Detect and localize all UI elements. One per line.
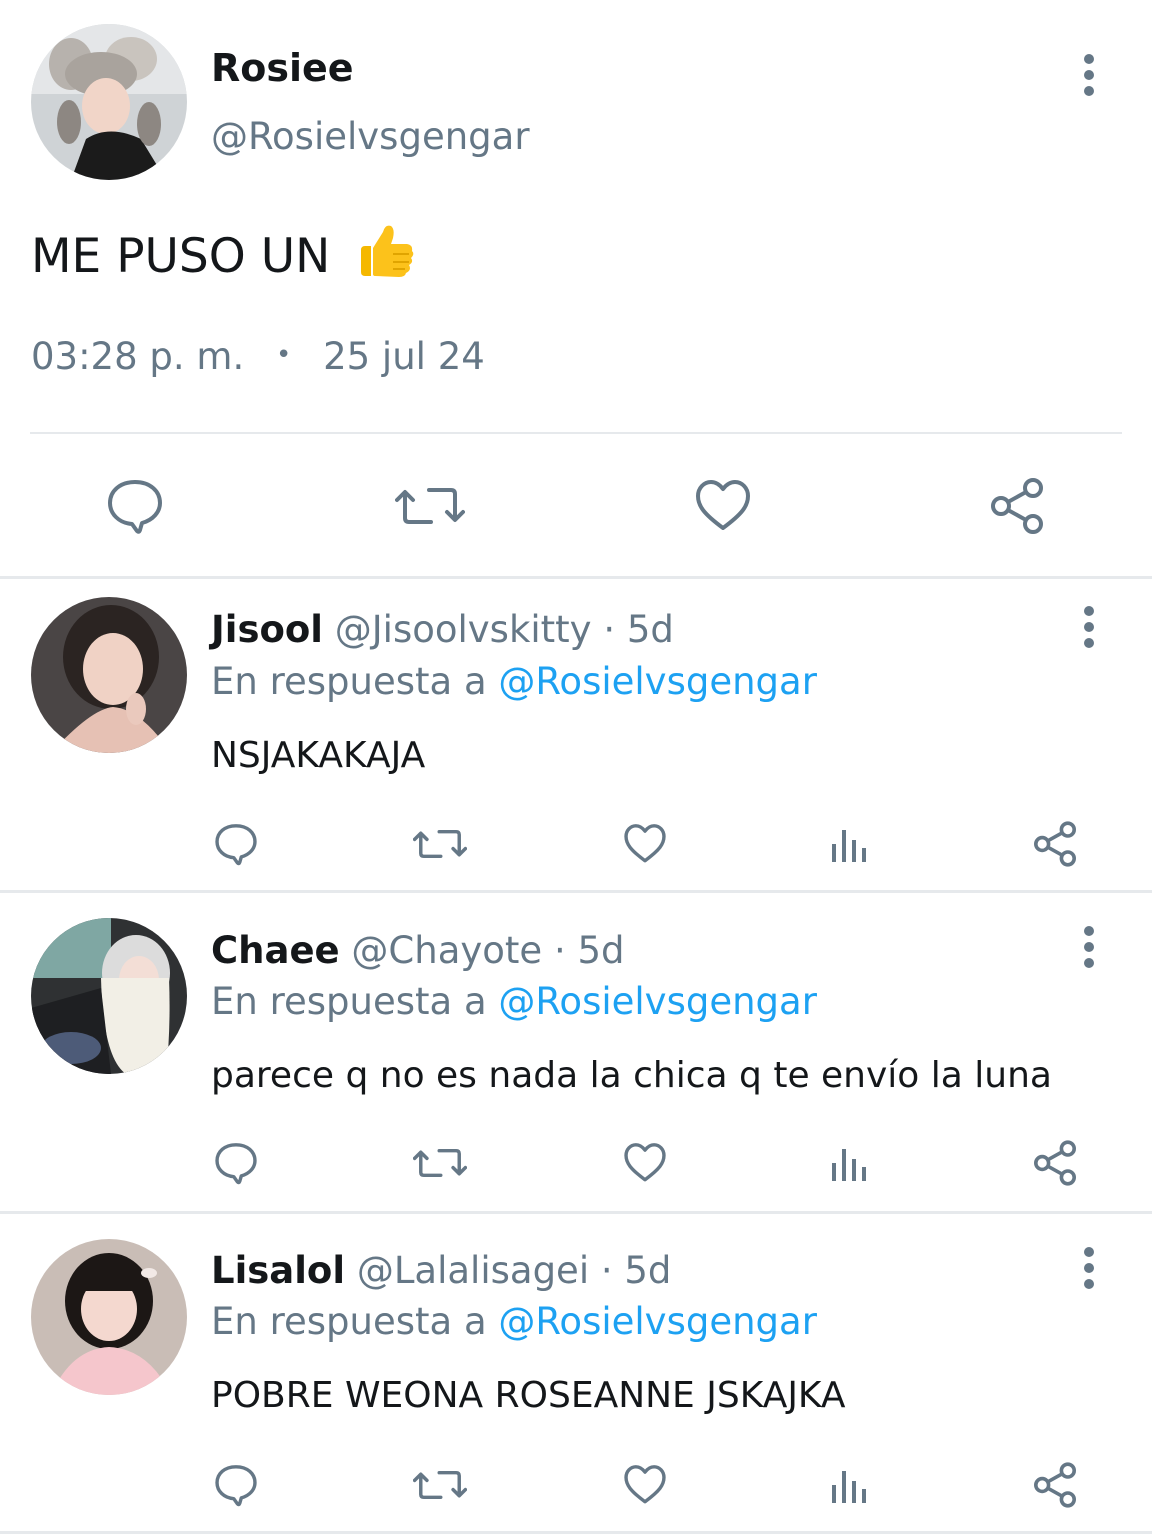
reply-age: · 5d [603,608,674,651]
main-inner-divider [30,432,1122,434]
reply-views-icon[interactable] [830,1145,870,1183]
reply-like-icon[interactable] [623,822,667,866]
share-icon[interactable] [987,476,1047,536]
reply-share-icon[interactable] [1031,1461,1079,1509]
reply-text: POBRE WEONA ROSEANNE JSKAJKA [211,1375,846,1416]
reply-prefix: En respuesta a [211,980,487,1023]
reply-like-icon[interactable] [623,1463,667,1507]
reply-header: Jisool @Jisoolvskitty · 5d [211,608,674,651]
reply-retweet-icon[interactable] [413,824,467,864]
reply-more-icon[interactable] [1081,1245,1097,1295]
reply-divider [0,890,1152,893]
main-separator: • [275,340,292,370]
retweet-icon[interactable] [395,480,465,532]
reply-retweet-icon[interactable] [413,1143,467,1183]
reply-handle[interactable]: @Jisoolvskitty [335,608,592,651]
reply-text: parece q no es nada la chica q te envío … [211,1055,1052,1096]
main-display-name[interactable]: Rosiee [211,46,354,90]
reply-display-name[interactable]: Lisalol [211,1249,345,1292]
reply-mention[interactable]: @Rosielvsgengar [498,660,817,703]
reply-avatar[interactable] [31,918,187,1074]
reply-context: En respuesta a @Rosielvsgengar [211,980,817,1023]
main-divider [0,576,1152,579]
reply-views-icon[interactable] [830,826,870,864]
main-date: 25 jul 24 [323,335,485,378]
reply-reply-icon[interactable] [214,1463,258,1507]
reply-views-icon[interactable] [830,1467,870,1505]
main-tweet-body: ME PUSO UN [31,229,331,284]
reply-like-icon[interactable] [623,1141,667,1185]
reply-share-icon[interactable] [1031,820,1079,868]
reply-retweet-icon[interactable] [413,1465,467,1505]
main-handle[interactable]: @Rosielvsgengar [211,115,530,158]
main-tweet-text: ME PUSO UN [31,220,415,284]
reply-prefix: En respuesta a [211,660,487,703]
reply-avatar[interactable] [31,1239,187,1395]
reply-avatar[interactable] [31,597,187,753]
like-icon[interactable] [694,478,752,534]
reply-divider [0,1211,1152,1214]
reply-reply-icon[interactable] [214,1141,258,1185]
reply-prefix: En respuesta a [211,1300,487,1343]
reply-more-icon[interactable] [1081,924,1097,974]
reply-mention[interactable]: @Rosielvsgengar [498,980,817,1023]
thumbs-up-emoji [355,220,415,280]
main-more-icon[interactable] [1081,52,1097,102]
reply-mention[interactable]: @Rosielvsgengar [498,1300,817,1343]
reply-context: En respuesta a @Rosielvsgengar [211,660,817,703]
reply-age: · 5d [600,1249,672,1292]
reply-header: Chaee @Chayote · 5d [211,929,625,972]
reply-text: NSJAKAKAJA [211,735,426,776]
reply-handle[interactable]: @Lalalisagei [357,1249,589,1292]
reply-icon[interactable] [106,478,164,534]
reply-header: Lisalol @Lalalisagei · 5d [211,1249,671,1292]
reply-age: · 5d [553,929,625,972]
main-time: 03:28 p. m. [31,335,245,378]
reply-more-icon[interactable] [1081,604,1097,654]
reply-display-name[interactable]: Chaee [211,929,340,972]
reply-context: En respuesta a @Rosielvsgengar [211,1300,817,1343]
reply-display-name[interactable]: Jisool [211,608,323,651]
reply-handle[interactable]: @Chayote [351,929,542,972]
reply-reply-icon[interactable] [214,822,258,866]
main-avatar[interactable] [31,24,187,180]
main-timestamp: 03:28 p. m. • 25 jul 24 [31,335,485,378]
reply-divider [0,1531,1152,1534]
reply-share-icon[interactable] [1031,1139,1079,1187]
